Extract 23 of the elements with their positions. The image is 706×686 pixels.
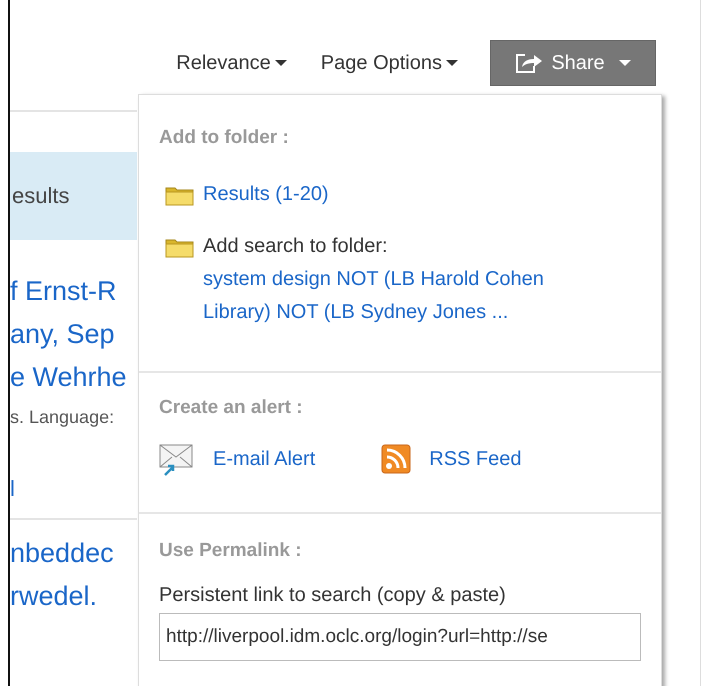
- alert-link[interactable]: RSS Feed: [429, 448, 522, 470]
- section-heading: Add to folder :: [159, 127, 290, 149]
- rss-icon: [381, 444, 412, 474]
- caret-icon: [446, 60, 458, 66]
- caret-icon: [618, 60, 631, 66]
- result-title-link[interactable]: f Ernst-R any, Sep e Wehrhe: [10, 270, 137, 399]
- caret-icon: [274, 60, 287, 66]
- sort-dropdown[interactable]: Relevance: [176, 52, 287, 74]
- results-header: esults: [11, 183, 70, 209]
- result-title-link[interactable]: nbeddec rwedel.: [10, 532, 137, 618]
- permalink-field[interactable]: http://liverpool.idm.oclc.org/login?url=http://se: [159, 613, 641, 661]
- section-heading: Create an alert :: [159, 397, 304, 419]
- results-folder-link[interactable]: Results (1-20): [203, 183, 329, 206]
- share-button[interactable]: Share: [490, 40, 656, 86]
- result-link[interactable]: l: [10, 476, 137, 502]
- page-options-dropdown[interactable]: Page Options: [320, 52, 458, 74]
- add-search-label: Add search to folder:: [203, 234, 389, 259]
- section-heading: Use Permalink :: [159, 540, 303, 562]
- alert-link[interactable]: E-mail Alert: [213, 448, 316, 470]
- result-meta: s. Language:: [10, 407, 116, 428]
- share-icon: [515, 52, 544, 74]
- permalink-label: Persistent link to search (copy & paste): [159, 584, 507, 607]
- search-folder-link[interactable]: system design NOT (LB Harold Cohen Library) NOT (LB Sydney Jones ...: [203, 263, 603, 329]
